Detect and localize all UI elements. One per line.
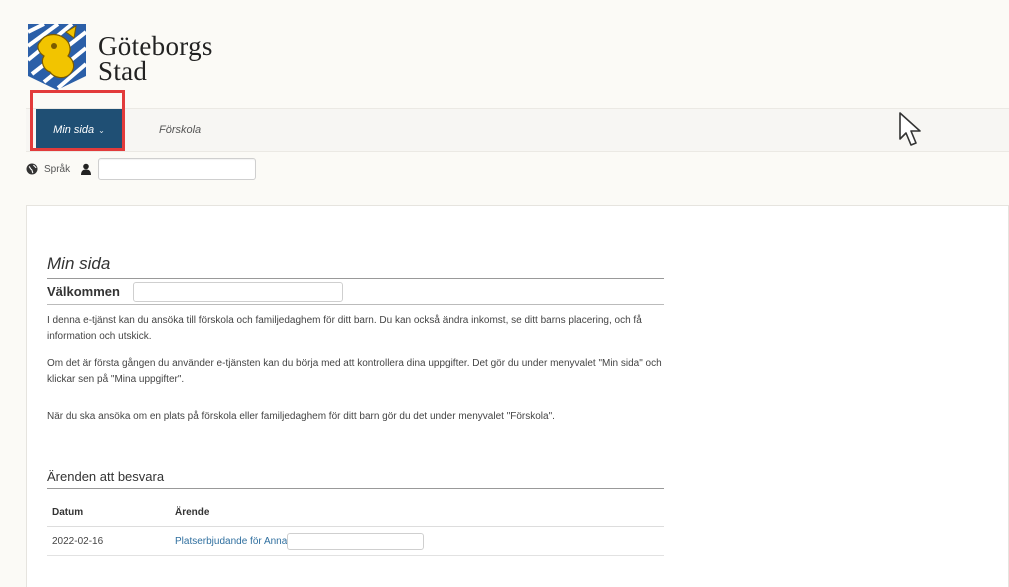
cases-table: Datum Ärende 2022-02-16 Platserbjudande … (47, 498, 664, 556)
welcome-label: Välkommen (47, 284, 120, 299)
nav-item-forskola[interactable]: Förskola (159, 109, 201, 151)
main-navbar: Min sida ⌄ Förskola (26, 108, 1009, 152)
highlight-box (30, 90, 125, 151)
apply-paragraph: När du ska ansöka om en plats på förskol… (47, 411, 555, 422)
language-user-bar: Språk (26, 155, 257, 183)
globe-icon (26, 163, 38, 175)
instructions-paragraph: Om det är första gången du använder e-tj… (47, 358, 662, 385)
case-date: 2022-02-16 (52, 535, 104, 547)
intro-paragraph: I denna e-tjänst kan du ansöka till förs… (47, 315, 642, 342)
brand-line-2: Stad (98, 56, 148, 86)
welcome-name-field (133, 282, 343, 302)
user-icon (81, 163, 92, 175)
table-row: 2022-02-16 Platserbjudande för Anna (47, 527, 664, 556)
cases-heading: Ärenden att besvara (47, 469, 664, 489)
user-name-field[interactable] (98, 158, 257, 180)
page-title: Min sida (47, 254, 664, 279)
case-name-field (287, 532, 425, 550)
language-link[interactable]: Språk (44, 164, 70, 175)
column-header-case: Ärende (175, 506, 210, 518)
welcome-row: Välkommen (47, 282, 664, 305)
main-content-card: Min sida Välkommen I denna e-tjänst kan … (26, 205, 1009, 587)
case-cell: Platserbjudande för Anna (175, 532, 664, 550)
column-header-date: Datum (52, 506, 84, 518)
lion-crest-icon (26, 22, 88, 90)
table-header-row: Datum Ärende (47, 498, 664, 527)
brand-name: Göteborgs Stad (98, 33, 213, 86)
case-link[interactable]: Platserbjudande för Anna (175, 536, 287, 547)
mouse-cursor-icon (899, 112, 921, 146)
